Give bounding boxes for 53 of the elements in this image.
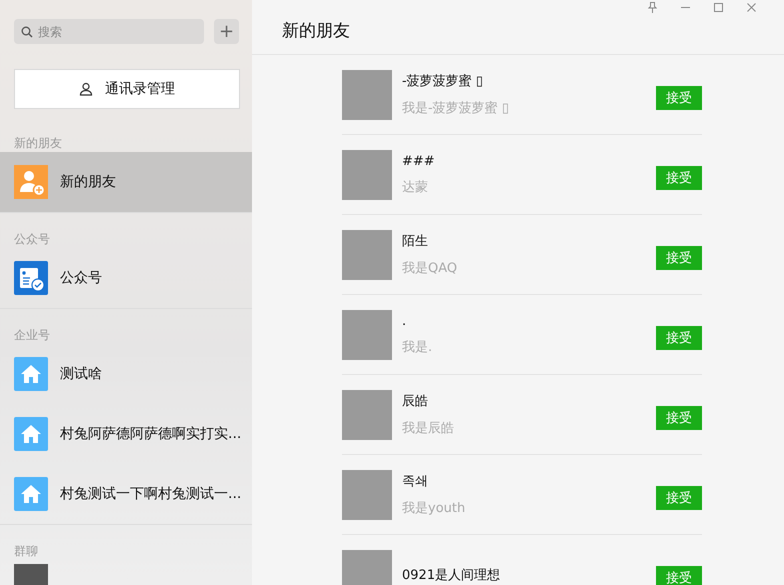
- contact-name: 족쇄: [402, 473, 429, 490]
- avatar-photo: [342, 70, 392, 120]
- contact-name: 辰皓: [402, 393, 429, 410]
- request-message: 我是QAQ: [402, 260, 458, 277]
- request-message: 我是-菠萝菠萝蜜 ▯: [402, 100, 510, 117]
- avatar-photo: [342, 230, 392, 280]
- add-friend-icon: [14, 165, 48, 199]
- accept-button[interactable]: 接受: [656, 86, 702, 110]
- contact-name: 0921是人间理想: [402, 566, 502, 584]
- sidebar-item[interactable]: 村兔阿萨德阿萨德啊实打实...: [0, 404, 252, 464]
- avatar-photo: [342, 550, 392, 585]
- avatar-photo: [342, 150, 392, 200]
- person-icon: [79, 82, 93, 96]
- search-input[interactable]: 搜索: [38, 24, 188, 38]
- house-icon: [14, 357, 48, 391]
- sidebar-item[interactable]: 新的朋友: [0, 152, 252, 212]
- contact-name: .: [402, 314, 408, 328]
- accept-button[interactable]: 接受: [656, 246, 702, 270]
- sidebar-item[interactable]: 公众号: [0, 248, 252, 308]
- contact-name: ###: [402, 154, 436, 168]
- accept-button[interactable]: 接受: [656, 486, 702, 510]
- accept-button[interactable]: 接受: [656, 166, 702, 190]
- house-icon: [14, 417, 48, 451]
- section-label: 企业号: [13, 327, 51, 344]
- accept-button[interactable]: 接受: [656, 566, 702, 585]
- add-button[interactable]: +: [214, 19, 239, 44]
- maximize-icon[interactable]: [714, 2, 723, 12]
- contacts-manage-button[interactable]: 通讯录管理: [14, 69, 240, 109]
- search-field[interactable]: 搜索: [14, 19, 204, 44]
- group-avatar-photo: [14, 564, 48, 585]
- contact-name: -菠萝菠萝蜜 ▯: [402, 73, 484, 90]
- request-message: 我是.: [402, 338, 434, 356]
- pin-icon[interactable]: [648, 2, 657, 12]
- avatar-photo: [342, 310, 392, 360]
- section-label: 新的朋友: [13, 135, 63, 152]
- close-icon[interactable]: [747, 2, 756, 12]
- page-title: 新的朋友: [282, 20, 350, 42]
- request-message: 达蒙: [402, 178, 429, 196]
- accept-button[interactable]: 接受: [656, 326, 702, 350]
- section-label: 公众号: [13, 231, 51, 248]
- contact-name: 陌生: [402, 233, 429, 250]
- avatar-photo: [342, 390, 392, 440]
- section-label: 群聊: [13, 543, 39, 560]
- sidebar-item[interactable]: 村兔测试一下啊村兔测试一...: [0, 464, 252, 524]
- avatar-photo: [342, 470, 392, 520]
- accept-button[interactable]: 接受: [656, 406, 702, 430]
- request-message: 我是辰皓: [402, 420, 455, 437]
- sidebar-item[interactable]: 测试啥: [0, 344, 252, 404]
- house-icon: [14, 477, 48, 511]
- official-account-icon: [14, 261, 48, 295]
- search-icon: [21, 26, 33, 38]
- minimize-icon[interactable]: [681, 6, 690, 8]
- request-message: 我是youth: [402, 500, 466, 517]
